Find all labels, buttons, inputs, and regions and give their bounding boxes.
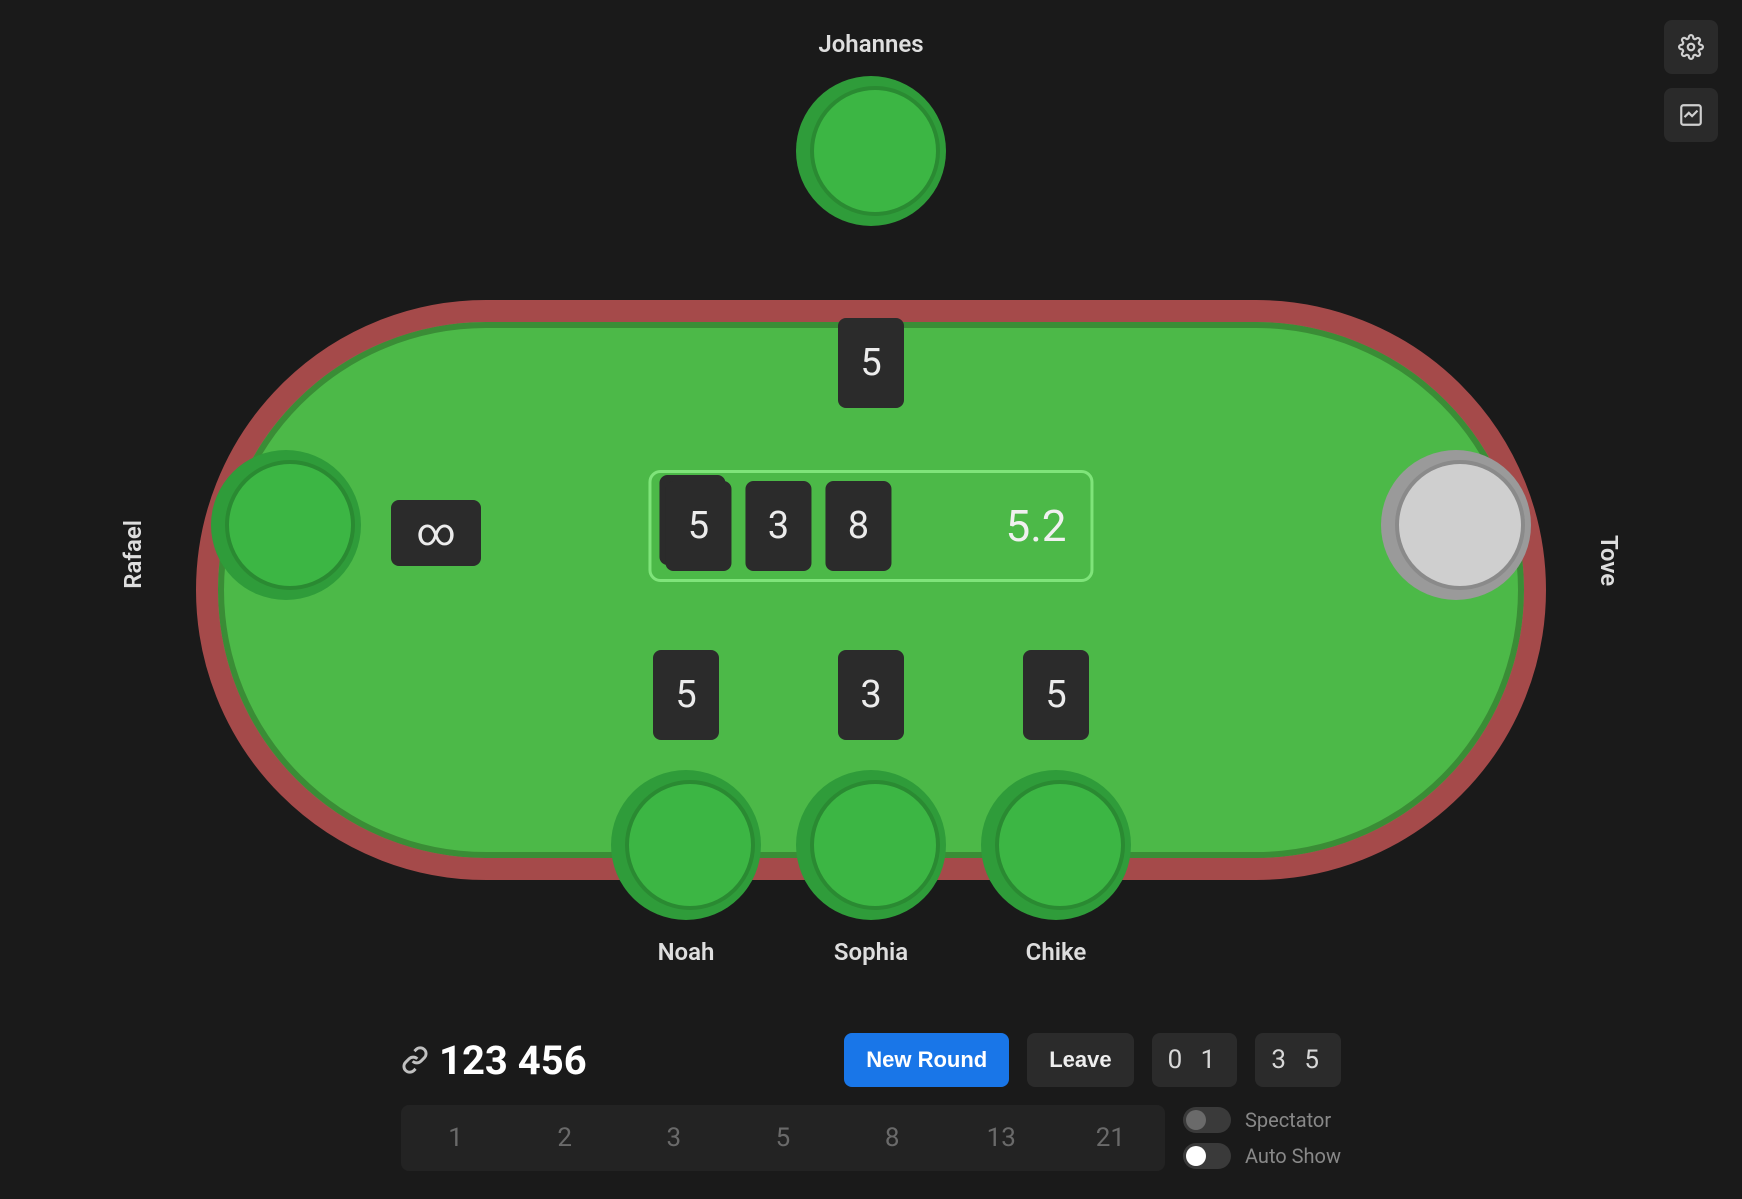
chart-button[interactable]	[1664, 88, 1718, 142]
vote-option-3[interactable]: 5	[728, 1105, 837, 1171]
gear-icon	[1678, 34, 1704, 60]
pot-card-2: 8	[825, 481, 891, 571]
player-chip-right[interactable]	[1381, 450, 1531, 600]
player-name-left: Rafael	[119, 520, 147, 589]
seat-top: Johannes	[796, 30, 946, 226]
player-name-bottom-1: Sophia	[834, 938, 908, 966]
player-card-bottom-2: 5	[1023, 650, 1089, 740]
seat-bottom-2: Chike	[981, 770, 1131, 966]
player-name-bottom-2: Chike	[1026, 938, 1087, 966]
vote-option-1[interactable]: 2	[510, 1105, 619, 1171]
player-name-bottom-0: Noah	[658, 938, 715, 966]
auto-show-label: Auto Show	[1245, 1144, 1341, 1168]
player-card-left: ∞	[391, 500, 481, 566]
timer-seconds: 3 5	[1255, 1033, 1341, 1087]
timer-minutes: 0 1	[1152, 1033, 1238, 1087]
player-chip-top[interactable]	[796, 76, 946, 226]
vote-option-6[interactable]: 21	[1056, 1105, 1165, 1171]
new-round-button[interactable]: New Round	[844, 1033, 1009, 1087]
auto-show-toggle[interactable]	[1183, 1143, 1231, 1169]
pot-average: 5.2	[1005, 500, 1066, 552]
pot-box: 5 3 8 5.2	[648, 470, 1093, 582]
vote-row: 1 2 3 5 8 13 21	[401, 1105, 1165, 1171]
chart-icon	[1678, 102, 1704, 128]
player-chip-bottom-2[interactable]	[981, 770, 1131, 920]
pot-card-1: 3	[745, 481, 811, 571]
player-name-top: Johannes	[818, 30, 923, 58]
vote-option-4[interactable]: 8	[838, 1105, 947, 1171]
spectator-label: Spectator	[1245, 1108, 1331, 1132]
settings-button[interactable]	[1664, 20, 1718, 74]
seat-bottom-0: Noah	[611, 770, 761, 966]
player-chip-bottom-0[interactable]	[611, 770, 761, 920]
player-name-right: Tove	[1595, 535, 1623, 586]
room-code[interactable]: 123 456	[401, 1037, 826, 1084]
player-chip-bottom-1[interactable]	[796, 770, 946, 920]
pot-card-0: 5	[665, 481, 731, 571]
footer: 123 456 New Round Leave 0 1 3 5 1 2 3 5 …	[401, 1033, 1341, 1171]
leave-button[interactable]: Leave	[1027, 1033, 1133, 1087]
player-card-top: 5	[838, 318, 904, 408]
vote-option-2[interactable]: 3	[619, 1105, 728, 1171]
player-card-bottom-0: 5	[653, 650, 719, 740]
room-code-text: 123 456	[439, 1037, 587, 1084]
player-card-bottom-1: 3	[838, 650, 904, 740]
vote-option-0[interactable]: 1	[401, 1105, 510, 1171]
player-chip-left[interactable]	[211, 450, 361, 600]
seat-bottom-1: Sophia	[796, 770, 946, 966]
vote-option-5[interactable]: 13	[947, 1105, 1056, 1171]
spectator-toggle[interactable]	[1183, 1107, 1231, 1133]
link-icon	[401, 1046, 429, 1074]
